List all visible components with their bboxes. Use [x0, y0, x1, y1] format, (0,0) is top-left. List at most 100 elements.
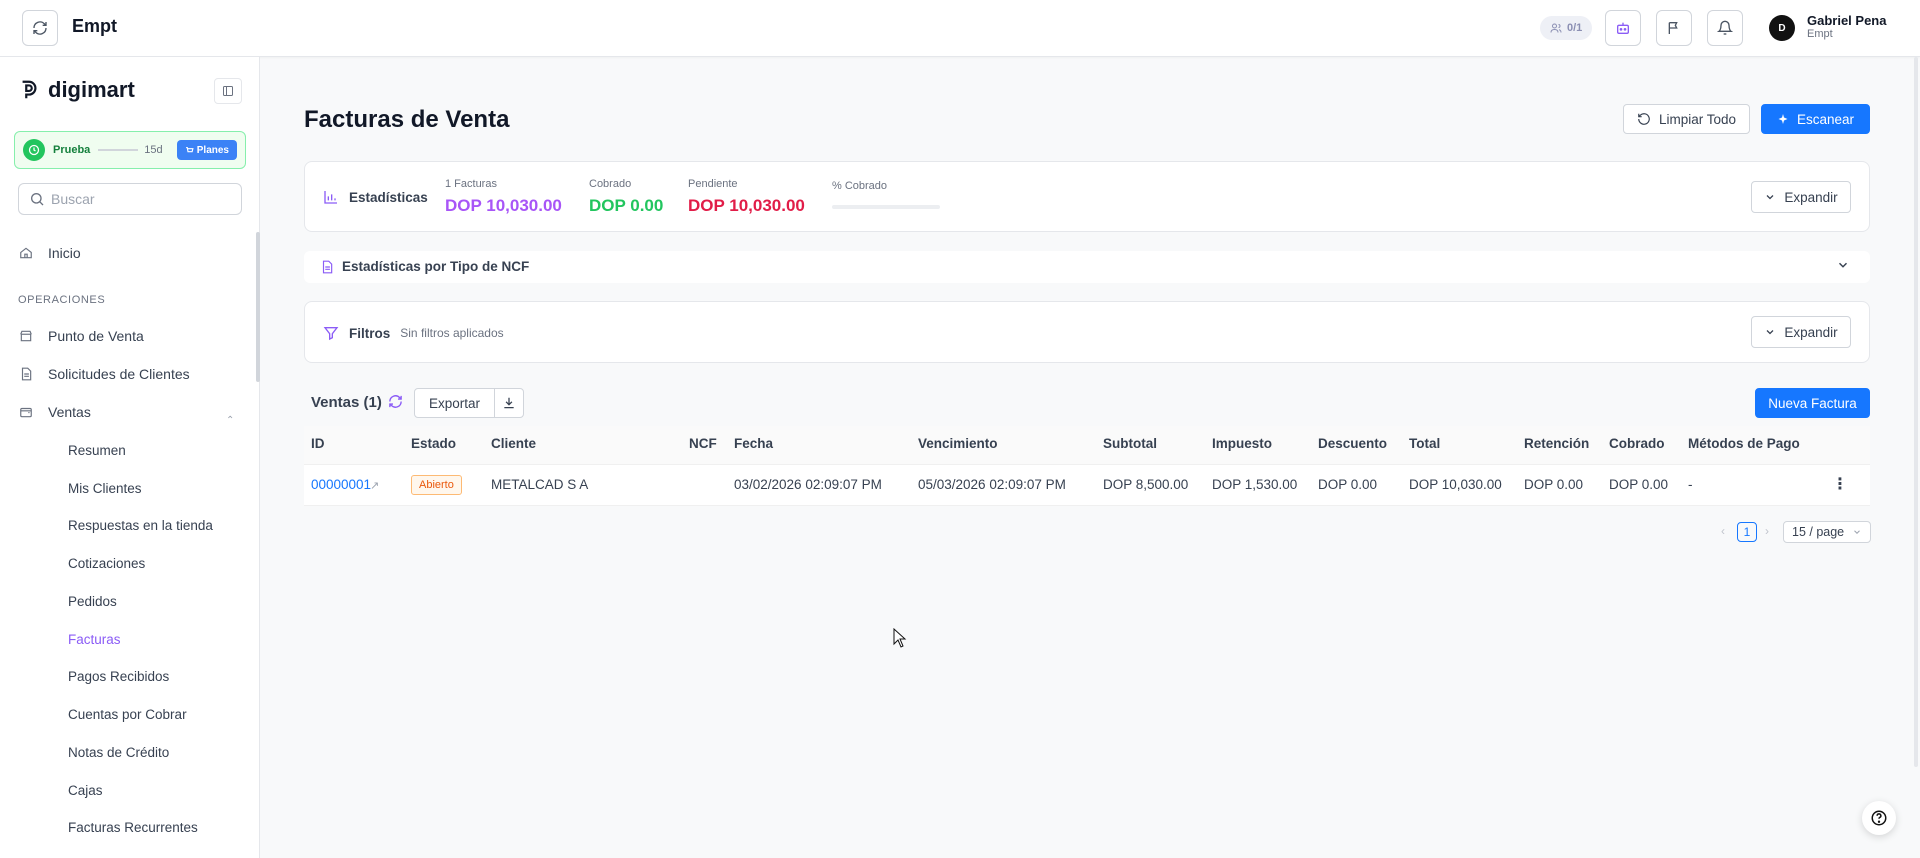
user-name[interactable]: Gabriel Pena: [1807, 13, 1886, 28]
trial-banner: Prueba 15d Planes: [14, 131, 246, 169]
invoice-id-link[interactable]: 00000001: [311, 477, 371, 492]
avatar[interactable]: D: [1769, 15, 1795, 41]
filters-label: Filtros: [349, 325, 391, 341]
trial-label: Prueba: [53, 144, 91, 156]
collected-progress-bar: [832, 205, 940, 209]
reset-icon: [1638, 113, 1650, 125]
filter-icon: [323, 327, 339, 341]
new-invoice-label: Nueva Factura: [1768, 395, 1857, 411]
sidebar-subitem-cash-registers[interactable]: Cajas: [68, 783, 103, 798]
stat-invoices-label: 1 Facturas: [445, 178, 497, 190]
refresh-icon[interactable]: [388, 394, 403, 409]
users-badge[interactable]: 0/1: [1540, 16, 1593, 40]
stat-collected-label: Cobrado: [589, 178, 632, 190]
column-header-payment-methods[interactable]: Métodos de Pago: [1688, 436, 1800, 451]
section-label-operations: OPERACIONES: [18, 294, 106, 306]
sidebar-subitem-receivables[interactable]: Cuentas por Cobrar: [68, 707, 187, 722]
status-badge: Abierto: [411, 475, 462, 495]
scan-button[interactable]: Escanear: [1761, 104, 1870, 134]
download-button[interactable]: [495, 389, 523, 417]
chevron-up-icon[interactable]: ⌃: [226, 415, 234, 426]
column-header-subtotal[interactable]: Subtotal: [1103, 436, 1157, 451]
refresh-button[interactable]: [22, 10, 58, 46]
stat-pending-value: DOP 10,030.00: [688, 196, 805, 215]
sidebar-subitem-invoices[interactable]: Facturas: [68, 632, 121, 647]
assistant-button[interactable]: [1605, 10, 1641, 46]
filters-expand-button[interactable]: Expandir: [1751, 316, 1851, 348]
logo-icon: [22, 80, 37, 99]
page-size-select[interactable]: 15 / page: [1783, 521, 1871, 543]
plans-button[interactable]: Planes: [176, 140, 237, 160]
clear-all-button[interactable]: Limpiar Todo: [1623, 104, 1750, 134]
row-actions-menu-icon[interactable]: ⋮: [1832, 474, 1848, 494]
file-icon: [322, 260, 333, 273]
column-header-withholding[interactable]: Retención: [1524, 436, 1589, 451]
cell-discount: DOP 0.00: [1318, 477, 1378, 492]
cell-total: DOP 10,030.00: [1409, 477, 1502, 492]
sidebar-subitem-store-responses[interactable]: Respuestas en la tienda: [68, 518, 213, 533]
external-link-icon[interactable]: ↗: [370, 479, 379, 492]
search-input[interactable]: Buscar: [18, 183, 242, 215]
wallet-icon: [18, 404, 34, 420]
next-page-icon[interactable]: ›: [1765, 524, 1769, 538]
new-invoice-button[interactable]: Nueva Factura: [1755, 388, 1870, 418]
logo-text: digimart: [48, 77, 135, 102]
plans-label: Planes: [196, 144, 229, 156]
cell-due: 05/03/2026 02:09:07 PM: [918, 477, 1066, 492]
flag-button[interactable]: [1656, 10, 1692, 46]
collapse-sidebar-button[interactable]: [214, 78, 242, 104]
column-header-due[interactable]: Vencimiento: [918, 436, 998, 451]
sidebar-subitem-quotes[interactable]: Cotizaciones: [68, 556, 145, 571]
stats-card: Estadísticas 1 Facturas DOP 10,030.00 Co…: [304, 161, 1870, 232]
cell-date: 03/02/2026 02:09:07 PM: [734, 477, 882, 492]
sidebar-item-label: Inicio: [48, 245, 81, 261]
ncf-stats-collapsible[interactable]: Estadísticas por Tipo de NCF: [304, 251, 1870, 283]
search-placeholder: Buscar: [51, 191, 95, 207]
chevron-down-icon: [1854, 530, 1860, 534]
flag-icon: [1668, 22, 1678, 34]
column-header-date[interactable]: Fecha: [734, 436, 773, 451]
column-header-tax[interactable]: Impuesto: [1212, 436, 1272, 451]
filters-subtitle: Sin filtros aplicados: [400, 326, 504, 340]
column-header-id[interactable]: ID: [311, 436, 325, 451]
sidebar-subitem-clients[interactable]: Mis Clientes: [68, 481, 142, 496]
top-bar: Empt 0/1 D Gabriel Pena Empt: [0, 0, 1920, 57]
page-number[interactable]: 1: [1737, 522, 1757, 542]
main-scrollbar[interactable]: [1914, 57, 1918, 767]
column-header-status[interactable]: Estado: [411, 436, 456, 451]
page-size-value: 15 / page: [1792, 525, 1845, 539]
help-button[interactable]: [1862, 801, 1896, 835]
column-header-total[interactable]: Total: [1409, 436, 1440, 451]
prev-page-icon[interactable]: ‹: [1721, 524, 1725, 538]
column-header-ncf[interactable]: NCF: [689, 436, 717, 451]
column-header-collected[interactable]: Cobrado: [1609, 436, 1665, 451]
sidebar-item-pos[interactable]: Punto de Venta: [18, 328, 144, 344]
export-button[interactable]: Exportar: [415, 389, 496, 417]
stats-expand-button[interactable]: Expandir: [1751, 181, 1851, 213]
filters-card: Filtros Sin filtros aplicados Expandir: [304, 301, 1870, 363]
logo[interactable]: digimart: [18, 77, 135, 103]
trial-progress: [98, 149, 139, 151]
sidebar-subitem-recurring[interactable]: Facturas Recurrentes: [68, 820, 198, 835]
cart-icon: [185, 146, 194, 152]
sidebar-subitem-summary[interactable]: Resumen: [68, 443, 126, 458]
column-header-client[interactable]: Cliente: [491, 436, 536, 451]
chevron-down-icon[interactable]: [1836, 258, 1850, 272]
sidebar-scrollbar[interactable]: [256, 232, 260, 382]
app-title: Empt: [72, 16, 117, 36]
scan-label: Escanear: [1796, 111, 1855, 127]
sidebar-subitem-payments[interactable]: Pagos Recibidos: [68, 669, 169, 684]
cell-tax: DOP 1,530.00: [1212, 477, 1298, 492]
column-header-discount[interactable]: Descuento: [1318, 436, 1387, 451]
clear-all-label: Limpiar Todo: [1658, 111, 1737, 127]
notifications-button[interactable]: [1707, 10, 1743, 46]
sidebar-item-client-requests[interactable]: Solicitudes de Clientes: [18, 366, 190, 382]
sidebar-collapse-icon: [223, 86, 233, 96]
sidebar-item-home[interactable]: Inicio: [18, 245, 81, 261]
sidebar-item-sales[interactable]: Ventas: [18, 404, 91, 420]
stat-pending-label: Pendiente: [688, 178, 738, 190]
sidebar-subitem-orders[interactable]: Pedidos: [68, 594, 117, 609]
cell-client: METALCAD S A: [491, 477, 589, 492]
sidebar-subitem-credit-notes[interactable]: Notas de Crédito: [68, 745, 169, 760]
robot-icon: [1617, 22, 1629, 34]
